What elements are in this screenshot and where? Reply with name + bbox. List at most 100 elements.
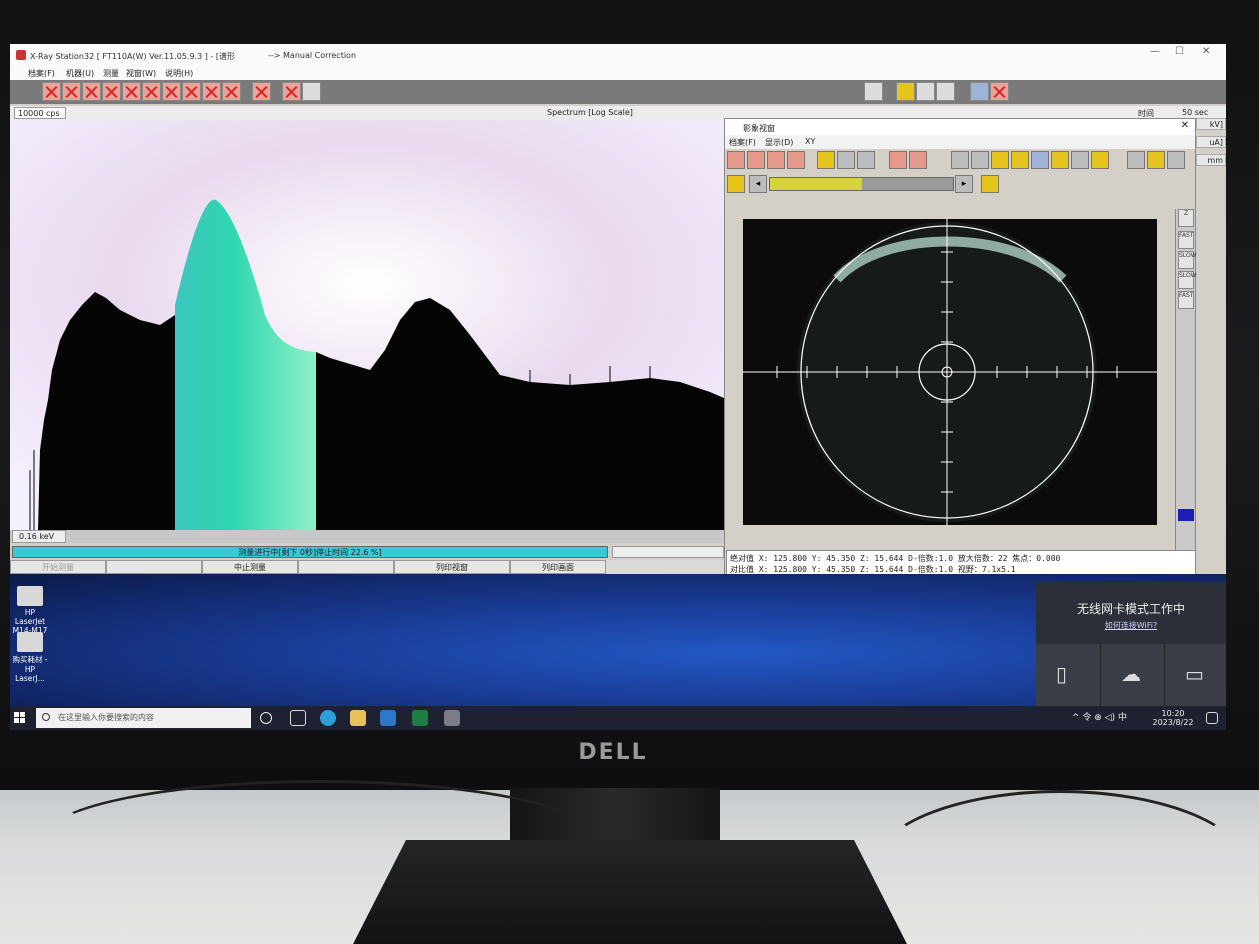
unit-kv: kV] <box>1196 118 1226 130</box>
image-tool-button[interactable] <box>857 151 875 169</box>
brightness-slider[interactable] <box>769 177 954 191</box>
kev-readout: 0.16 keV <box>12 530 66 543</box>
app-icon <box>16 50 26 60</box>
lamp-icon[interactable] <box>981 175 999 193</box>
desktop-icon-buy-supplies[interactable]: 购买耗材 - HP LaserJ... <box>10 632 50 683</box>
cloud-button[interactable]: ☁ <box>1100 644 1162 706</box>
monitor-icon[interactable] <box>936 82 955 101</box>
toolbar-button[interactable] <box>142 82 161 101</box>
menu-machine[interactable]: 机器(U) <box>66 68 94 79</box>
person-icon[interactable] <box>302 82 321 101</box>
edge-icon[interactable] <box>320 710 336 726</box>
cortana-icon[interactable] <box>260 712 272 724</box>
taskbar-clock[interactable]: 10:20 2023/8/22 <box>1148 709 1198 727</box>
print-screen-button[interactable]: 列印画面 <box>510 560 606 574</box>
menu-measure[interactable]: 测量 <box>103 68 119 79</box>
image-tool-button[interactable] <box>727 151 745 169</box>
window-icon[interactable] <box>970 82 989 101</box>
image-tool-button[interactable] <box>747 151 765 169</box>
image-tool-button[interactable] <box>1127 151 1145 169</box>
xray-camera-view[interactable] <box>743 219 1157 525</box>
spectrum-plot[interactable] <box>10 120 724 530</box>
xray-station-icon[interactable] <box>444 710 460 726</box>
toolbar-button[interactable] <box>990 82 1009 101</box>
measure-progress-bar: 测量进行中[剩下 0秒]停止时间 22.6 %] <box>12 546 608 558</box>
taskbar-search-input[interactable]: 在这里输入你要搜索的内容 <box>36 708 251 728</box>
toolbar-button[interactable] <box>252 82 271 101</box>
image-menu-xy[interactable]: XY <box>805 137 815 146</box>
image-window-titlebar: 影象视窗 ✕ <box>725 119 1195 135</box>
folder-icon: ▭ <box>1185 662 1204 686</box>
toolbar-button[interactable] <box>42 82 61 101</box>
image-tool-button[interactable] <box>889 151 907 169</box>
toolbar-button[interactable] <box>162 82 181 101</box>
image-menu-file[interactable]: 档案(F) <box>729 137 756 148</box>
minimize-icon[interactable]: — <box>1150 46 1160 57</box>
desktop-icon-printer[interactable]: HP LaserJet M14-M17 <box>10 586 50 635</box>
toolbar-button[interactable] <box>62 82 81 101</box>
menu-file[interactable]: 档案(F) <box>28 68 55 79</box>
toolbar-button[interactable] <box>82 82 101 101</box>
search-icon <box>42 713 50 721</box>
main-toolbar <box>10 80 1226 104</box>
wifi-help-link[interactable]: 如何连接WiFi? <box>1036 620 1226 631</box>
phone-button[interactable]: ▯ <box>1036 644 1098 706</box>
close-icon[interactable]: ✕ <box>1202 46 1210 57</box>
maximize-icon[interactable]: ☐ <box>1175 46 1184 57</box>
notification-icon[interactable] <box>1206 712 1218 724</box>
lamp-icon[interactable] <box>991 151 1009 169</box>
file-explorer-icon[interactable] <box>350 710 366 726</box>
screen: X-Ray Station32 [ FT110A(W) Ver.11.05.9.… <box>10 44 1226 730</box>
image-tool-button[interactable] <box>971 151 989 169</box>
image-tool-button[interactable] <box>1011 151 1029 169</box>
image-tool-button[interactable] <box>817 151 835 169</box>
print-window-button[interactable]: 列印视窗 <box>394 560 510 574</box>
system-tray[interactable]: ^ 令 ⊕ ◁) 中 <box>1072 710 1127 723</box>
toolbar-button[interactable] <box>202 82 221 101</box>
image-tool-button[interactable] <box>909 151 927 169</box>
image-tool-button[interactable] <box>1031 151 1049 169</box>
brightness-slider-row: ◂ ▸ <box>725 173 1195 195</box>
image-tool-button[interactable] <box>787 151 805 169</box>
z-up-slow-button[interactable]: SLOW <box>1178 251 1197 269</box>
folder-button[interactable]: ▭ <box>1164 644 1226 706</box>
image-tool-button[interactable] <box>767 151 785 169</box>
printer-icon[interactable] <box>916 82 935 101</box>
image-menu-display[interactable]: 显示(D) <box>765 137 793 148</box>
z-up-fast-button[interactable]: FAST <box>1178 231 1194 249</box>
z-down-fast-button[interactable]: FAST <box>1178 291 1194 309</box>
image-tool-button[interactable] <box>1091 151 1109 169</box>
person-red-icon[interactable] <box>282 82 301 101</box>
start-measure-button[interactable]: 开始测量 <box>10 560 106 574</box>
windows-start-icon[interactable] <box>14 712 26 724</box>
excel-icon[interactable] <box>412 710 428 726</box>
menu-help[interactable]: 说明(H) <box>165 68 193 79</box>
image-tool-button[interactable] <box>951 151 969 169</box>
stop-measure-button[interactable]: 中止测量 <box>202 560 298 574</box>
slider-right-arrow-icon[interactable]: ▸ <box>955 175 973 193</box>
mail-icon[interactable] <box>380 710 396 726</box>
toolbar-button[interactable] <box>122 82 141 101</box>
image-tool-button[interactable] <box>1147 151 1165 169</box>
toolbar-button[interactable] <box>864 82 883 101</box>
menu-window[interactable]: 视窗(W) <box>126 68 156 79</box>
toolbar-button[interactable] <box>182 82 201 101</box>
image-window-title: 影象视窗 <box>743 124 775 133</box>
measure-button-row: 开始测量 中止测量 列印视窗 列印画面 <box>10 560 724 574</box>
task-view-icon[interactable] <box>290 710 306 726</box>
image-tool-button[interactable] <box>1051 151 1069 169</box>
desktop-icon-label: 购买耗材 - HP LaserJ... <box>12 655 48 683</box>
toolbar-button[interactable] <box>222 82 241 101</box>
app-mode: --> Manual Correction <box>268 51 357 60</box>
image-tool-button[interactable] <box>837 151 855 169</box>
lamp-icon[interactable] <box>727 175 745 193</box>
z-down-slow-button[interactable]: SLOW <box>1178 271 1197 289</box>
progress-spacer <box>612 546 724 558</box>
camera-icon[interactable] <box>896 82 915 101</box>
toolbar-button[interactable] <box>102 82 121 101</box>
close-icon[interactable]: ✕ <box>1181 120 1189 131</box>
z-position-marker[interactable] <box>1178 509 1194 521</box>
slider-left-arrow-icon[interactable]: ◂ <box>749 175 767 193</box>
image-tool-button[interactable] <box>1071 151 1089 169</box>
image-tool-button[interactable] <box>1167 151 1185 169</box>
